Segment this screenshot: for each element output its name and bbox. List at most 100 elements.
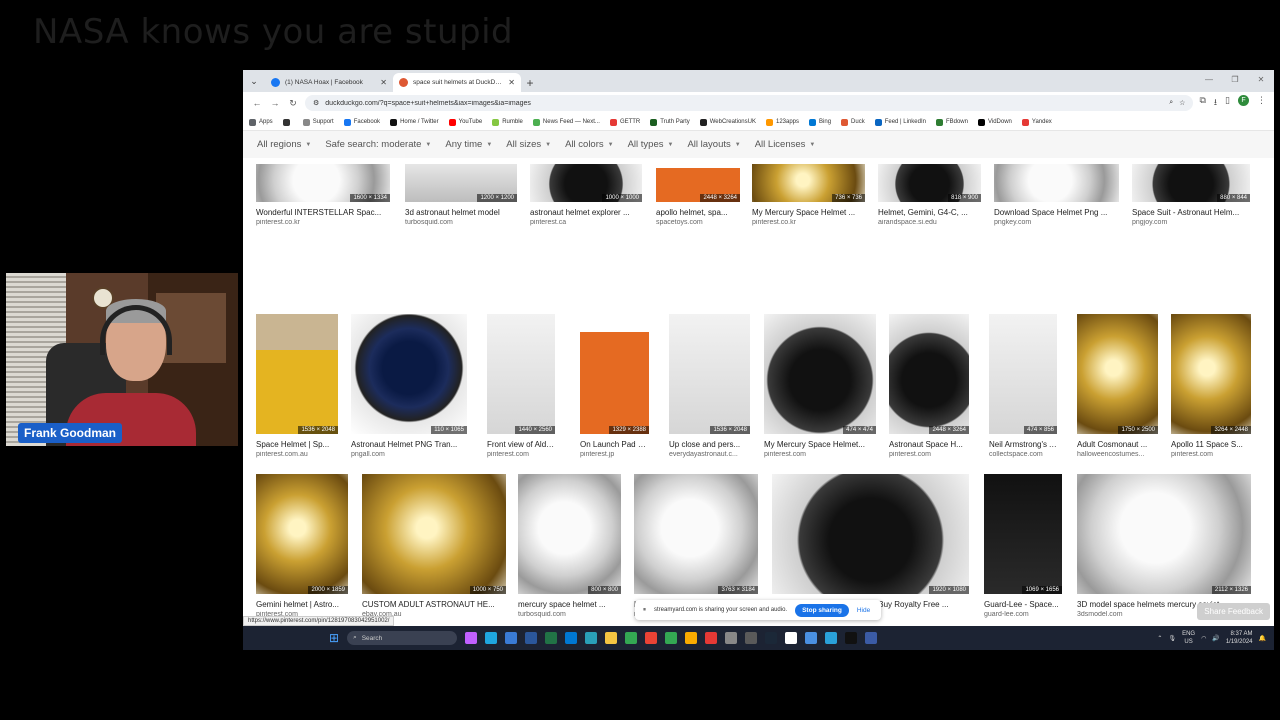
image-result-tile[interactable]: 3264 × 2448 Apollo 11 Space S... pinterest… <box>1171 314 1251 464</box>
image-result-tile[interactable]: 736 × 736 My Mercury Space Helmet ... pint… <box>752 164 865 232</box>
bookmark-item[interactable]: VidDown <box>977 118 1012 126</box>
result-title[interactable]: Adult Cosmonaut ... <box>1077 440 1158 449</box>
terminal-icon[interactable] <box>745 632 758 644</box>
result-thumbnail[interactable]: 2000 × 1859 <box>256 474 348 594</box>
browser-tab-0[interactable]: (1) NASA Hoax | Facebook ✕ <box>265 73 393 92</box>
result-title[interactable]: astronaut helmet explorer ... <box>530 208 642 217</box>
language-indicator[interactable]: ENG US <box>1182 630 1195 646</box>
filter-dropdown[interactable]: All types ▼ <box>628 139 674 150</box>
result-source[interactable]: pngjoy.com <box>1132 219 1250 226</box>
telegram-icon[interactable] <box>825 632 838 644</box>
image-result-tile[interactable]: 1069 × 1656 Guard-Lee - Space... guard-lee… <box>984 474 1062 624</box>
sidepanel-icon[interactable]: ▯ <box>1225 95 1230 111</box>
image-result-tile[interactable]: 2448 × 3264 apollo helmet, spa... spacetoy… <box>656 164 740 232</box>
image-result-tile[interactable]: 1750 × 2500 Adult Cosmonaut ... halloweenc… <box>1077 314 1158 464</box>
start-icon[interactable]: ⊞ <box>329 631 339 645</box>
image-result-tile[interactable]: 1440 × 2560 Front view of Aldri... pintere… <box>487 314 555 464</box>
zoom-icon[interactable]: ⌕ <box>1169 99 1173 107</box>
result-title[interactable]: Guard-Lee - Space... <box>984 600 1062 609</box>
result-source[interactable]: everydayastronaut.c... <box>669 451 750 458</box>
download-icon[interactable]: ⭳ <box>1214 95 1217 111</box>
result-source[interactable]: halloweencostumes... <box>1077 451 1158 458</box>
result-source[interactable]: pinterest.co.kr <box>256 219 390 226</box>
bookmark-item[interactable]: Bing <box>809 118 831 126</box>
result-title[interactable]: On Launch Pad 39... <box>580 440 649 449</box>
folder-icon[interactable] <box>605 632 618 644</box>
result-title[interactable]: apollo helmet, spa... <box>656 208 740 217</box>
result-source[interactable]: pinterest.com.au <box>256 451 338 458</box>
result-source[interactable]: pinterest.com <box>889 451 969 458</box>
result-source[interactable]: guard-lee.com <box>984 611 1062 618</box>
result-thumbnail[interactable] <box>994 164 1119 202</box>
chrome-alt-icon[interactable] <box>665 632 678 644</box>
result-thumbnail[interactable]: 1536 × 2048 <box>256 314 338 434</box>
result-thumbnail[interactable]: 1000 × 750 <box>362 474 506 594</box>
result-source[interactable]: pinterest.com <box>764 451 876 458</box>
streamyard-icon[interactable] <box>865 632 878 644</box>
image-result-tile[interactable]: 2112 × 1326 3D model space helmets mercur… <box>1077 474 1251 624</box>
result-title[interactable]: Neil Armstrong's A... <box>989 440 1057 449</box>
copilot-icon[interactable] <box>465 632 478 644</box>
block-icon[interactable] <box>785 632 798 644</box>
image-result-tile[interactable]: 800 × 800 mercury space helmet ... turbosq… <box>518 474 621 624</box>
result-title[interactable]: CUSTOM ADULT ASTRONAUT HE... <box>362 600 506 609</box>
bookmark-item[interactable]: WebCreationsUK <box>699 118 756 126</box>
bookmark-item[interactable] <box>282 118 293 126</box>
result-title[interactable]: mercury space helmet ... <box>518 600 621 609</box>
result-thumbnail[interactable]: 736 × 736 <box>752 164 865 202</box>
bookmark-item[interactable]: Home / Twitter <box>390 118 439 126</box>
result-title[interactable]: Gemini helmet | Astro... <box>256 600 348 609</box>
result-thumbnail[interactable]: 1069 × 1656 <box>984 474 1062 594</box>
image-result-tile[interactable]: 474 × 856 Neil Armstrong's A... collectspa… <box>989 314 1057 464</box>
mail-icon[interactable] <box>505 632 518 644</box>
menu-icon[interactable]: ⋮ <box>1257 95 1266 111</box>
result-title[interactable]: Download Space Helmet Png ... <box>994 208 1119 217</box>
bookmark-item[interactable]: 123apps <box>765 118 799 126</box>
chrome-canary-icon[interactable] <box>685 632 698 644</box>
chrome-icon[interactable] <box>645 632 658 644</box>
close-tab-icon[interactable]: ✕ <box>508 78 515 87</box>
result-thumbnail[interactable]: 1200 × 1200 <box>405 164 517 202</box>
result-thumbnail[interactable]: 110 × 1065 <box>351 314 467 434</box>
bookmark-item[interactable]: Truth Party <box>650 118 690 126</box>
bookmark-item[interactable]: Facebook <box>343 118 380 126</box>
new-tab-button[interactable]: + <box>521 73 539 92</box>
result-thumbnail[interactable]: 818 × 900 <box>878 164 981 202</box>
address-bar[interactable]: ⚙ duckduckgo.com/?q=space+suit+helmets&i… <box>305 95 1194 111</box>
stop-sharing-button[interactable]: Stop sharing <box>795 603 849 617</box>
result-title[interactable]: Up close and pers... <box>669 440 750 449</box>
edge-icon[interactable] <box>485 632 498 644</box>
result-source[interactable]: spacetoys.com <box>656 219 740 226</box>
image-result-tile[interactable]: 1536 × 2048 Space Helmet | Sp... pinterest… <box>256 314 338 464</box>
result-thumbnail[interactable]: 3763 × 3184 <box>634 474 758 594</box>
filter-dropdown[interactable]: All regions ▼ <box>257 139 311 150</box>
filter-dropdown[interactable]: All layouts ▼ <box>687 139 740 150</box>
hide-button[interactable]: Hide <box>857 607 870 614</box>
result-source[interactable]: turbosquid.com <box>518 611 621 618</box>
bookmark-item[interactable]: News Feed — Next... <box>532 118 600 126</box>
result-thumbnail[interactable]: 1750 × 2500 <box>1077 314 1158 434</box>
bookmark-item[interactable]: FBdown <box>935 118 968 126</box>
sheet-icon[interactable] <box>625 632 638 644</box>
globe-icon[interactable] <box>585 632 598 644</box>
tiktok-icon[interactable] <box>845 632 858 644</box>
tray-chevron-icon[interactable]: ⌃ <box>1157 635 1162 642</box>
result-source[interactable]: airandspace.si.edu <box>878 219 981 226</box>
result-source[interactable]: pinterest.com <box>487 451 555 458</box>
result-thumbnail[interactable]: 1440 × 2560 <box>487 314 555 434</box>
bookmark-item[interactable]: Apps <box>249 118 273 126</box>
site-info-icon[interactable]: ⚙ <box>313 99 319 107</box>
minimize-button[interactable]: — <box>1196 70 1222 90</box>
result-title[interactable]: 3d astronaut helmet model <box>405 208 517 217</box>
result-thumbnail[interactable]: 3264 × 2448 <box>1171 314 1251 434</box>
bookmark-item[interactable]: Duck <box>841 118 865 126</box>
result-source[interactable]: pinterest.co.kr <box>752 219 865 226</box>
result-source[interactable]: collectspace.com <box>989 451 1057 458</box>
result-title[interactable]: Astronaut Space H... <box>889 440 969 449</box>
outlook-icon[interactable] <box>565 632 578 644</box>
browser-tab-1[interactable]: space suit helmets at DuckDuck ✕ <box>393 73 521 92</box>
maximize-button[interactable]: ❐ <box>1222 70 1248 90</box>
result-title[interactable]: Apollo 11 Space S... <box>1171 440 1251 449</box>
reload-button[interactable]: ↻ <box>287 98 299 109</box>
word-icon[interactable] <box>525 632 538 644</box>
